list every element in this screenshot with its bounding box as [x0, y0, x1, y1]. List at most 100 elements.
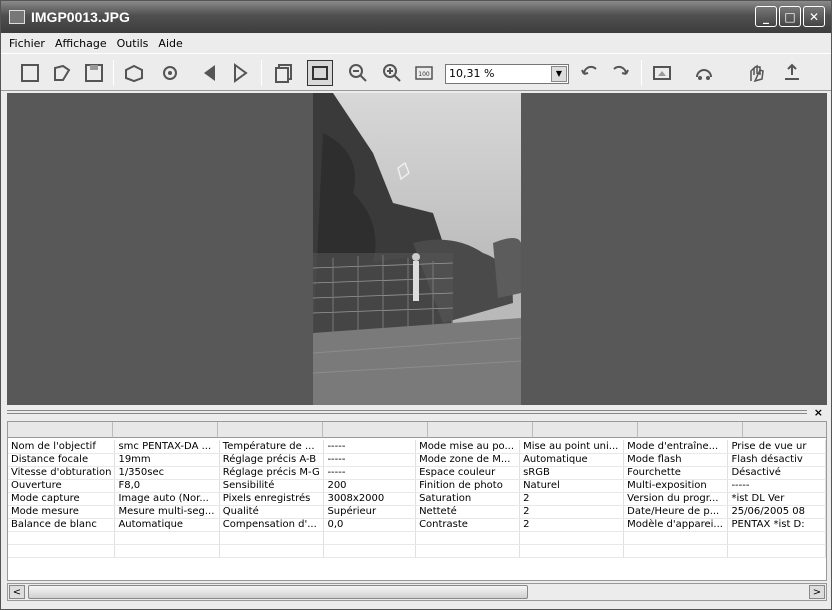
column-header[interactable]	[638, 422, 743, 438]
chevron-down-icon[interactable]: ▼	[551, 66, 567, 82]
exif-info-panel: Nom de l'objectif smc PENTAX-DA ... Tempér…	[7, 421, 827, 581]
table-row: Distance focale 19mm Réglage précis A-B ---…	[8, 453, 826, 467]
info-value: *ist DL Ver	[727, 492, 826, 506]
display-mode-icon[interactable]	[649, 60, 675, 86]
info-label	[623, 544, 729, 558]
maximize-button[interactable]: □	[779, 6, 801, 27]
info-value	[323, 531, 417, 545]
app-window: IMGP0013.JPG _ □ ✕ Fichier Affichage Out…	[0, 0, 832, 610]
save-icon[interactable]	[81, 60, 107, 86]
image-viewer[interactable]	[7, 93, 827, 405]
rotate-left-icon[interactable]	[577, 60, 603, 86]
slideshow-icon[interactable]	[691, 60, 717, 86]
info-label: Espace couleur	[415, 466, 521, 480]
menu-outils[interactable]: Outils	[117, 37, 149, 50]
info-value	[519, 531, 625, 545]
info-value: F8,0	[114, 479, 220, 493]
column-header[interactable]	[113, 422, 218, 438]
close-panel-icon[interactable]: ×	[814, 406, 823, 419]
copy-icon[interactable]	[271, 60, 297, 86]
info-label: Mode capture	[8, 492, 116, 506]
svg-text:100: 100	[418, 71, 430, 78]
zoom-level-select[interactable]: 10,31 % ▼	[445, 64, 569, 84]
info-value: 3008x2000	[323, 492, 417, 506]
table-row: Mode capture Image auto (Nor... Pixels enr…	[8, 492, 826, 506]
menu-bar: Fichier Affichage Outils Aide	[1, 33, 831, 53]
info-value: 200	[323, 479, 417, 493]
settings-icon[interactable]	[157, 60, 183, 86]
info-value	[727, 544, 826, 558]
info-label: Sensibilité	[219, 479, 325, 493]
zoom-in-icon[interactable]	[379, 60, 405, 86]
menu-affichage[interactable]: Affichage	[55, 37, 107, 50]
new-window-icon[interactable]	[17, 60, 43, 86]
info-label: Contraste	[415, 518, 521, 532]
horizontal-scrollbar[interactable]: < >	[7, 583, 827, 601]
table-row: Mode mesure Mesure multi-seg... Qualité Sup…	[8, 505, 826, 519]
info-label: Réglage précis A-B	[219, 453, 325, 467]
scroll-right-icon[interactable]: >	[809, 585, 825, 599]
table-row	[8, 531, 826, 545]
info-value: Image auto (Nor...	[114, 492, 220, 506]
column-header[interactable]	[533, 422, 638, 438]
info-value	[114, 544, 220, 558]
info-value: -----	[323, 440, 417, 454]
zoom-out-icon[interactable]	[345, 60, 371, 86]
info-value: Mise au point uni...	[519, 440, 625, 454]
minimize-button[interactable]: _	[755, 6, 777, 27]
zoom-level-value: 10,31 %	[449, 67, 495, 80]
info-label: Nom de l'objectif	[8, 440, 116, 454]
info-label: Balance de blanc	[8, 518, 116, 532]
protect-icon[interactable]	[743, 60, 769, 86]
close-button[interactable]: ✕	[803, 6, 825, 27]
menu-fichier[interactable]: Fichier	[9, 37, 45, 50]
column-header[interactable]	[428, 422, 533, 438]
rotate-right-icon[interactable]	[607, 60, 633, 86]
info-value: 2	[519, 492, 625, 506]
info-label: Date/Heure de p...	[623, 505, 729, 519]
info-value: Mesure multi-seg...	[114, 505, 220, 519]
info-value	[114, 531, 220, 545]
info-label	[415, 531, 521, 545]
next-icon[interactable]	[227, 60, 253, 86]
upload-icon[interactable]	[779, 60, 805, 86]
column-header[interactable]	[218, 422, 323, 438]
edit-icon[interactable]	[49, 60, 75, 86]
previous-icon[interactable]	[197, 60, 223, 86]
info-value: 25/06/2005 08	[727, 505, 826, 519]
window-controls: _ □ ✕	[755, 6, 825, 27]
title-bar[interactable]: IMGP0013.JPG _ □ ✕	[1, 1, 831, 33]
scroll-left-icon[interactable]: <	[9, 585, 25, 599]
photo-preview	[313, 93, 521, 405]
scroll-thumb[interactable]	[28, 585, 528, 599]
actual-size-icon[interactable]: 100	[411, 60, 437, 86]
info-value: Flash désactiv	[727, 453, 826, 467]
info-label: Réglage précis M-G	[219, 466, 325, 480]
column-header[interactable]	[8, 422, 113, 438]
info-value: Désactivé	[727, 466, 826, 480]
info-label: Mode mesure	[8, 505, 116, 519]
info-value: -----	[323, 466, 417, 480]
table-row: Nom de l'objectif smc PENTAX-DA ... Tempér…	[8, 440, 826, 454]
info-label: Température de ...	[219, 440, 325, 454]
info-label: Mode flash	[623, 453, 729, 467]
column-header[interactable]	[323, 422, 428, 438]
info-value: -----	[727, 479, 826, 493]
column-header[interactable]	[743, 422, 826, 438]
panel-splitter[interactable]: ×	[7, 405, 827, 421]
info-label: Version du progr...	[623, 492, 729, 506]
info-label: Netteté	[415, 505, 521, 519]
info-value: sRGB	[519, 466, 625, 480]
info-label	[8, 531, 116, 545]
info-label: Pixels enregistrés	[219, 492, 325, 506]
fit-window-icon[interactable]	[307, 60, 333, 86]
menu-aide[interactable]: Aide	[158, 37, 182, 50]
info-label: Mode d'entraîne...	[623, 440, 729, 454]
info-value: Automatique	[114, 518, 220, 532]
info-label	[8, 544, 116, 558]
info-value	[727, 531, 826, 545]
print-icon[interactable]	[121, 60, 147, 86]
splitter-grip	[7, 410, 807, 414]
info-value: 19mm	[114, 453, 220, 467]
info-value: Prise de vue ur	[727, 440, 826, 454]
